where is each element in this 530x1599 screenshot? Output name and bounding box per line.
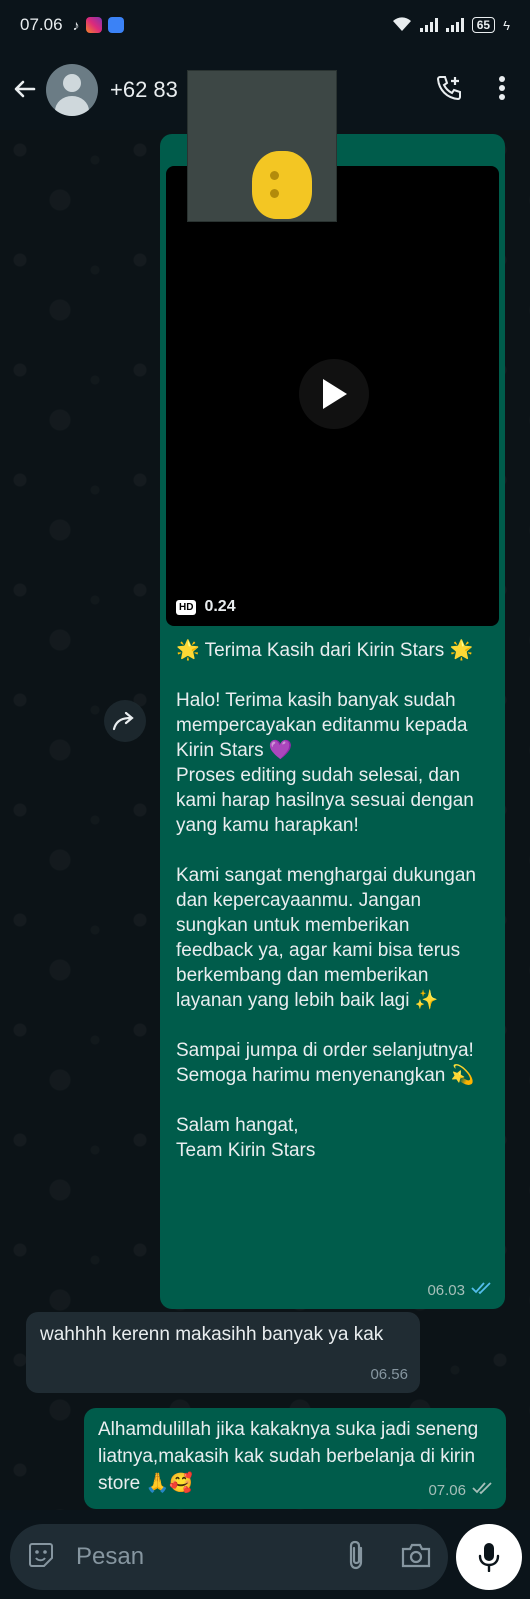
attach-icon[interactable] (346, 1539, 366, 1576)
message-meta: 06.03 (427, 1281, 493, 1299)
avatar[interactable] (46, 64, 98, 116)
tiktok-icon: ♪ (72, 17, 80, 33)
cloud-app-icon (107, 17, 124, 33)
signal-2-icon (445, 18, 464, 32)
message-text: wahhhh kerenn makasihh banyak ya kak (40, 1324, 384, 1345)
more-options-icon[interactable] (498, 75, 506, 106)
message-input[interactable]: Pesan (76, 1543, 144, 1571)
message-meta: 06.56 (370, 1366, 408, 1383)
message-composer: Pesan (10, 1524, 448, 1590)
delivered-receipt-icon (472, 1481, 494, 1499)
message-bubble-outgoing[interactable]: HD 0.24 🌟 Terima Kasih dari Kirin Stars … (160, 134, 505, 1309)
play-button[interactable] (299, 359, 369, 429)
mic-button[interactable] (456, 1524, 522, 1590)
add-call-icon[interactable] (434, 73, 464, 108)
message-time: 07.06 (428, 1481, 466, 1499)
read-receipt-icon (471, 1281, 493, 1299)
contact-name[interactable]: +62 83 (110, 77, 178, 103)
sticker-icon[interactable] (26, 1540, 56, 1575)
back-arrow-icon[interactable] (10, 76, 38, 104)
sticker-image[interactable] (187, 70, 337, 222)
wifi-icon (392, 16, 412, 35)
status-time: 07.06 (20, 15, 63, 34)
message-text: 🌟 Terima Kasih dari Kirin Stars 🌟 Halo! … (176, 640, 476, 1161)
sticker-character (252, 151, 312, 219)
signal-icon (419, 18, 438, 32)
camera-icon[interactable] (400, 1541, 432, 1574)
message-bubble-outgoing[interactable]: Alhamdulillah jika kakaknya suka jadi se… (84, 1408, 506, 1509)
message-meta: 07.06 (428, 1481, 494, 1499)
video-info: HD 0.24 (176, 598, 236, 616)
notification-icons: ♪ (73, 17, 124, 33)
battery-indicator: 65 (471, 17, 496, 33)
forward-icon[interactable] (104, 700, 146, 742)
mic-icon (478, 1543, 500, 1572)
instagram-icon (85, 17, 102, 33)
charging-icon: ϟ (503, 17, 510, 33)
message-time: 06.56 (370, 1366, 408, 1383)
hd-badge: HD (176, 599, 197, 615)
message-bubble-incoming[interactable]: wahhhh kerenn makasihh banyak ya kak 06.… (26, 1312, 420, 1393)
video-thumbnail[interactable]: HD 0.24 (166, 166, 499, 626)
status-bar: 07.06 ♪ 65 ϟ (0, 0, 530, 50)
message-time: 06.03 (427, 1281, 465, 1299)
video-duration: 0.24 (204, 598, 236, 615)
